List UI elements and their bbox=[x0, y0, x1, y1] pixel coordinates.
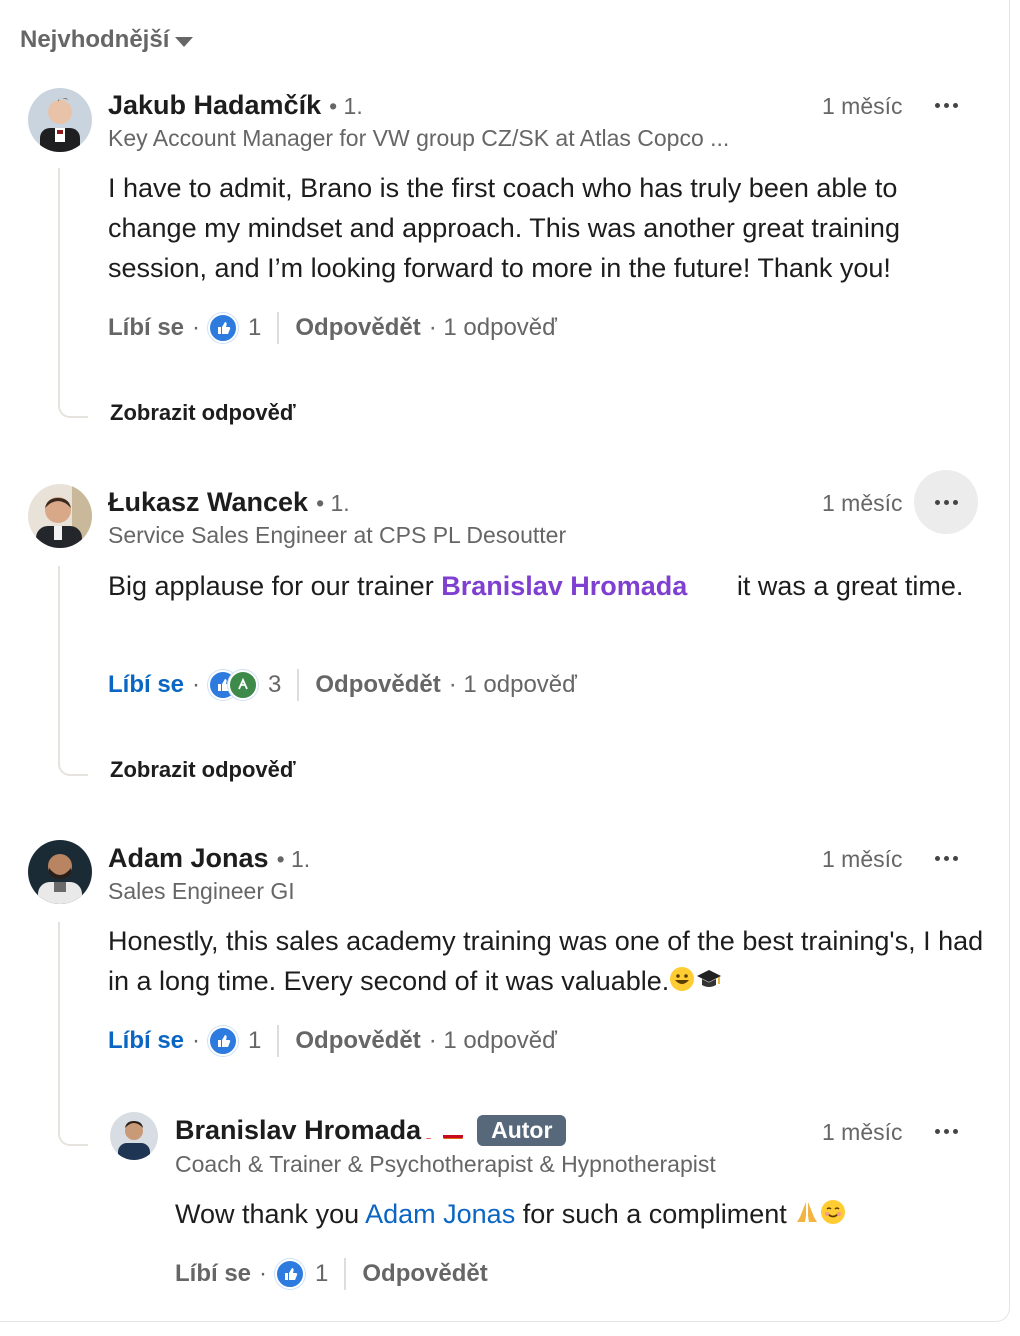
comment-text-part: Honestly, this sales academy training wa… bbox=[108, 926, 984, 996]
comment-text: I have to admit, Brano is the first coac… bbox=[108, 173, 900, 283]
connection-degree: • 1. bbox=[316, 490, 350, 516]
like-reaction-icon[interactable] bbox=[208, 1026, 239, 1056]
author-name[interactable]: Adam Jonas bbox=[108, 843, 269, 874]
smiling-face-icon bbox=[820, 1196, 846, 1236]
reply-button[interactable]: Odpovědět bbox=[315, 671, 440, 699]
thread-line bbox=[58, 168, 88, 418]
author-headline: Key Account Manager for VW group CZ/SK a… bbox=[108, 125, 730, 151]
reaction-count[interactable]: 3 bbox=[268, 671, 281, 699]
flag-sk-icon bbox=[688, 581, 708, 595]
more-icon[interactable] bbox=[914, 73, 978, 137]
replies-count[interactable]: · 1 odpověď bbox=[429, 314, 557, 342]
author-headline: Service Sales Engineer at CPS PL Desoutt… bbox=[108, 522, 567, 548]
reaction-count[interactable]: 1 bbox=[315, 1260, 328, 1288]
like-button[interactable]: Líbí se bbox=[175, 1260, 251, 1288]
comment-header: Łukasz Wancek • 1. bbox=[108, 487, 350, 518]
comment-time: 1 měsíc bbox=[822, 93, 903, 119]
like-reaction-icon[interactable] bbox=[275, 1259, 306, 1289]
author-name[interactable]: Branislav Hromada bbox=[175, 1115, 464, 1146]
reaction-count[interactable]: 1 bbox=[248, 1027, 261, 1055]
reply-actions: Líbí se · 1 Odpovědět bbox=[175, 1258, 488, 1290]
comment-header: Jakub Hadamčík • 1. bbox=[108, 90, 363, 121]
reply-text-part: Wow thank you bbox=[175, 1199, 366, 1229]
comment-time: 1 měsíc bbox=[822, 490, 903, 516]
flag-es-icon bbox=[443, 1125, 464, 1139]
author-headline: Sales Engineer GI bbox=[108, 878, 295, 904]
mention-link[interactable]: Adam Jonas bbox=[365, 1199, 515, 1229]
comment-time: 1 měsíc bbox=[822, 846, 903, 872]
author-name[interactable]: Jakub Hadamčík bbox=[108, 90, 321, 121]
author-name-text[interactable]: Branislav Hromada bbox=[175, 1115, 421, 1145]
reply-text-part: for such a compliment bbox=[515, 1199, 795, 1229]
more-icon[interactable] bbox=[914, 826, 978, 890]
more-icon[interactable] bbox=[914, 470, 978, 534]
like-button[interactable]: Líbí se bbox=[108, 314, 184, 342]
connection-degree: • 1. bbox=[329, 93, 363, 119]
comment-text: Honestly, this sales academy training wa… bbox=[108, 921, 988, 1003]
avatar[interactable] bbox=[28, 484, 92, 548]
like-reaction-icon[interactable] bbox=[208, 313, 239, 343]
show-replies-button[interactable]: Zobrazit odpověď bbox=[110, 757, 296, 783]
reply-avatar[interactable] bbox=[110, 1112, 158, 1160]
mention-name[interactable]: Branislav Hromada bbox=[441, 571, 687, 601]
caret-down-icon bbox=[175, 36, 194, 47]
flag-es-icon bbox=[709, 581, 729, 595]
comment-text-part: Big applause for our trainer bbox=[108, 571, 442, 601]
folded-hands-icon bbox=[794, 1196, 820, 1236]
author-badge: Autor bbox=[477, 1115, 567, 1146]
reply-button[interactable]: Odpovědět bbox=[295, 314, 420, 342]
more-icon[interactable] bbox=[914, 1099, 978, 1163]
thread-line bbox=[58, 922, 88, 1146]
reply-header: Branislav Hromada Autor bbox=[175, 1115, 567, 1146]
author-headline: Coach & Trainer & Psychotherapist & Hypn… bbox=[175, 1151, 716, 1177]
avatar[interactable] bbox=[28, 840, 92, 904]
celebrate-reaction-icon[interactable] bbox=[228, 670, 259, 700]
reply-button[interactable]: Odpovědět bbox=[362, 1260, 487, 1288]
reply-text: Wow thank you Adam Jonas for such a comp… bbox=[175, 1194, 975, 1236]
comment-text: Big applause for our trainer Branislav H… bbox=[108, 566, 978, 606]
mention-link[interactable]: Branislav Hromada bbox=[441, 571, 729, 601]
show-replies-button[interactable]: Zobrazit odpověď bbox=[110, 400, 296, 426]
like-button[interactable]: Líbí se bbox=[108, 1027, 184, 1055]
graduation-cap-icon bbox=[695, 963, 723, 1003]
like-button[interactable]: Líbí se bbox=[108, 671, 184, 699]
replies-count[interactable]: · 1 odpověď bbox=[449, 671, 577, 699]
reply-button[interactable]: Odpovědět bbox=[295, 1027, 420, 1055]
comment-actions: Líbí se · 1 Odpovědět · 1 odpověď bbox=[108, 1025, 557, 1057]
comment-header: Adam Jonas • 1. bbox=[108, 843, 310, 874]
comment-text-part: it was a great time. bbox=[729, 571, 964, 601]
replies-count[interactable]: · 1 odpověď bbox=[429, 1027, 557, 1055]
comment-actions: Líbí se · 3 Odpovědět · 1 odpověď bbox=[108, 669, 577, 701]
author-name[interactable]: Łukasz Wancek bbox=[108, 487, 308, 518]
reaction-count[interactable]: 1 bbox=[248, 314, 261, 342]
grinning-face-icon bbox=[669, 963, 695, 1003]
avatar[interactable] bbox=[28, 88, 92, 152]
connection-degree: • 1. bbox=[276, 846, 311, 872]
sort-dropdown[interactable]: Nejvhodnější bbox=[20, 26, 194, 54]
thread-line bbox=[58, 566, 88, 776]
sort-label: Nejvhodnější bbox=[20, 26, 170, 53]
flag-sk-icon bbox=[422, 1125, 443, 1139]
comment-time: 1 měsíc bbox=[822, 1119, 903, 1145]
comment-actions: Líbí se · 1 Odpovědět · 1 odpověď bbox=[108, 312, 557, 344]
